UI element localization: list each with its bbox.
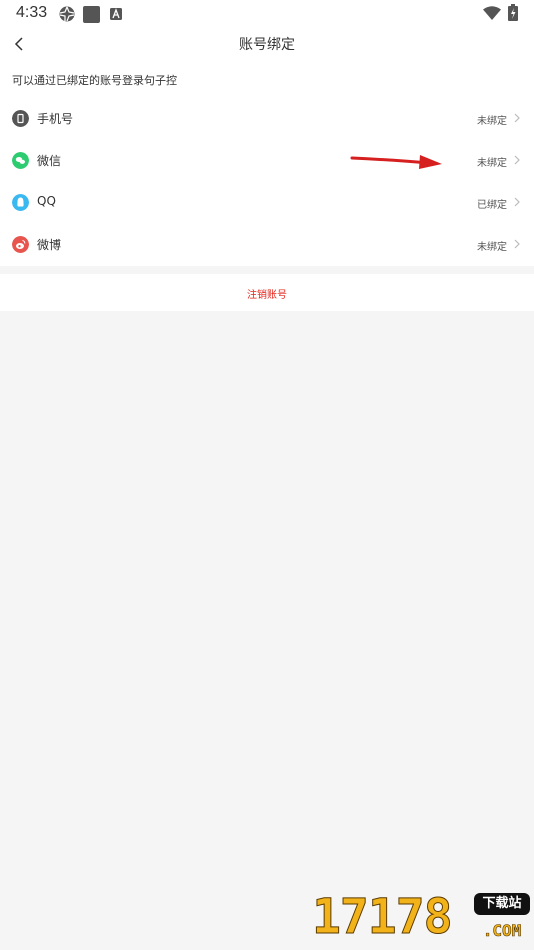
cancel-account-button[interactable]: 注销账号 [0,286,534,301]
chevron-right-icon [514,197,520,207]
chevron-right-icon [514,113,520,123]
battery-charging-icon [508,4,518,21]
page-title: 账号绑定 [239,37,295,53]
wechat-icon [12,152,29,169]
account-status: 已绑定 [477,200,507,211]
account-row-phone[interactable]: 手机号 未绑定 [0,98,534,140]
cancel-account-section: 注销账号 [0,274,534,311]
status-time: 4:33 [16,4,48,21]
account-label: 微信 [37,154,62,168]
account-status: 未绑定 [477,242,507,253]
account-label: 微博 [37,238,62,252]
watermark-domain: .COM [482,921,522,941]
weibo-icon [12,236,29,253]
watermark-logo: 17178 下载站 .COM [308,887,534,950]
account-row-wechat[interactable]: 微信 未绑定 [0,140,534,182]
hint-text: 可以通过已绑定的账号登录句子控 [12,74,177,87]
a-badge-icon [110,8,122,20]
status-bar: 4:33 [0,0,534,28]
account-row-qq[interactable]: QQ 已绑定 [0,182,534,224]
account-row-weibo[interactable]: 微博 未绑定 [0,224,534,266]
account-label: QQ [37,194,56,208]
account-status: 未绑定 [477,158,507,169]
watermark-badge: 下载站 [474,893,530,915]
account-status: 未绑定 [477,116,507,127]
qq-icon [12,194,29,211]
square-notification-icon [83,6,100,23]
chevron-right-icon [514,155,520,165]
wifi-icon [483,6,501,20]
aperture-icon [59,6,75,22]
account-label: 手机号 [37,112,74,126]
chevron-right-icon [514,239,520,249]
nav-bar: 账号绑定 [0,28,534,60]
watermark-number: 17178 [312,889,453,946]
red-arrow-annotation [350,155,442,169]
phone-icon [12,110,29,127]
